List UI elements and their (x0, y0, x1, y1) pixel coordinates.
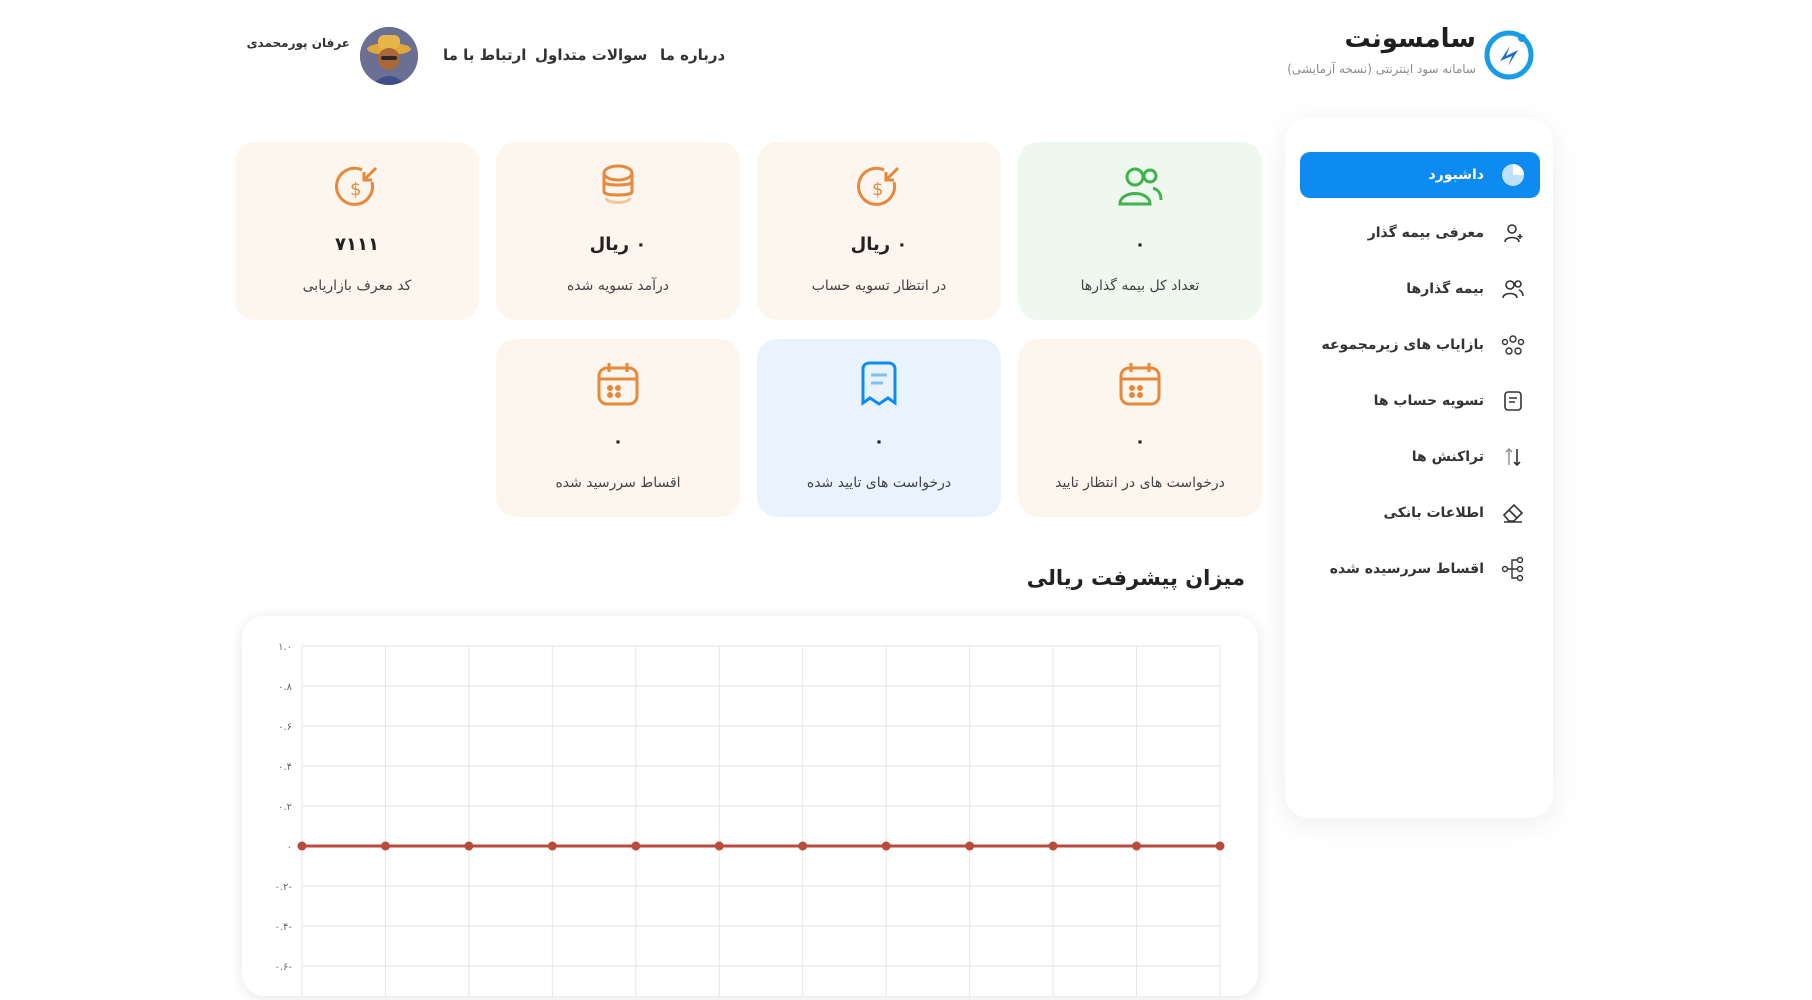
card-settled-income: ۰ ریال درآمد تسویه شده (496, 142, 740, 320)
nav-faq-link[interactable]: سوالات متداول (535, 46, 647, 64)
card-pending-requests: ۰ درخواست های در انتظار تایید (1018, 339, 1262, 517)
y-tick-label: ۰.۸ (278, 682, 293, 693)
pending-requests-label: درخواست های در انتظار تایید (1055, 475, 1225, 491)
settled-income-label: درآمد تسویه شده (566, 278, 670, 294)
card-referral-code: $ ۷۱۱۱ کد معرف بازاریابی (235, 142, 479, 320)
svg-text:$: $ (350, 179, 361, 200)
card-total-insured: ۰ تعداد کل بیمه گذارها (1018, 142, 1262, 320)
calendar-icon (593, 359, 643, 409)
y-tick-label: ۰.۴ (278, 762, 292, 773)
data-point (464, 841, 474, 851)
due-installments-value: ۰ (612, 431, 624, 452)
chart-container: ۱.۰ ۰.۸ ۰.۶ ۰.۴ ۰.۲ ۰ ۰.۲- ۰.۴- ۰.۶- (242, 616, 1258, 996)
total-insured-label: تعداد کل بیمه گذارها (1080, 278, 1200, 294)
y-tick-label: ۰.۲ (278, 802, 292, 813)
sidebar-item-due-installments[interactable]: اقساط سررسیده شده (1300, 546, 1540, 592)
data-point (881, 841, 891, 851)
brand-logo-icon[interactable] (1482, 28, 1536, 82)
y-tick-label: ۰.۴- (274, 922, 292, 933)
data-point (631, 841, 641, 851)
sidebar-item-label: معرفی بیمه گذار (1367, 225, 1484, 241)
sidebar-item-label: اطلاعات بانکی (1383, 505, 1484, 521)
pending-settlement-value: ۰ ریال (850, 234, 908, 255)
users-icon (1498, 274, 1528, 304)
data-point (1132, 841, 1142, 851)
sidebar-item-label: داشبورد (1428, 167, 1485, 183)
data-point (1048, 841, 1058, 851)
sidebar-item-transactions[interactable]: تراکنش ها (1300, 434, 1540, 480)
people-group-icon (1498, 330, 1528, 360)
pending-requests-value: ۰ (1134, 431, 1146, 452)
hierarchy-icon (1498, 554, 1528, 584)
sidebar-item-settlements[interactable]: تسویه حساب ها (1300, 378, 1540, 424)
y-tick-label: ۱.۰ (278, 642, 292, 653)
sidebar-item-label: بیمه گذارها (1406, 281, 1484, 297)
data-point (965, 841, 975, 851)
sidebar-item-insured-list[interactable]: بیمه گذارها (1300, 266, 1540, 312)
approved-requests-label: درخواست های تایید شده (806, 475, 952, 491)
total-insured-value: ۰ (1134, 234, 1146, 255)
calendar-icon (1115, 359, 1165, 409)
data-point (714, 841, 724, 851)
settled-income-value: ۰ ریال (589, 234, 647, 255)
approved-requests-value: ۰ (873, 431, 885, 452)
users-icon (1115, 162, 1165, 212)
y-tick-label: ۰.۲- (274, 882, 292, 893)
nav-contact-link[interactable]: ارتباط با ما (443, 46, 526, 64)
card-due-installments: ۰ اقساط سررسید شده (496, 339, 740, 517)
y-tick-label: ۰.۶ (278, 722, 292, 733)
chart-section-title: میزان پیشرفت ریالی (1026, 566, 1245, 590)
y-tick-label: ۰.۶- (274, 962, 292, 973)
receipt-icon (1498, 386, 1528, 416)
card-approved-requests: ۰ درخواست های تایید شده (757, 339, 1001, 517)
sidebar-item-introduce-insured[interactable]: معرفی بیمه گذار (1300, 210, 1540, 256)
user-name: عرفان پورمحمدی (246, 36, 350, 50)
receipt-icon (854, 359, 904, 409)
pending-settlement-label: در انتظار تسویه حساب (811, 278, 947, 294)
y-tick-label: ۰ (287, 842, 292, 853)
data-point (297, 841, 307, 851)
card-pending-settlement: $ ۰ ریال در انتظار تسویه حساب (757, 142, 1001, 320)
add-user-icon (1498, 218, 1528, 248)
sidebar-item-label: تراکنش ها (1411, 449, 1484, 465)
progress-line-chart: ۱.۰ ۰.۸ ۰.۶ ۰.۴ ۰.۲ ۰ ۰.۲- ۰.۴- ۰.۶- (274, 642, 1225, 996)
nav-about-link[interactable]: درباره ما (660, 46, 725, 64)
eraser-icon (1498, 498, 1528, 528)
data-point (1215, 841, 1225, 851)
coins-icon (593, 162, 643, 212)
data-point (380, 841, 390, 851)
svg-text:$: $ (872, 179, 883, 200)
brand-subtitle: سامانه سود اینترنتی (نسخه آزمایشی) (1287, 62, 1476, 76)
data-point (798, 841, 808, 851)
sidebar-item-sub-marketers[interactable]: بازایاب های زیرمجموعه (1300, 322, 1540, 368)
data-point (547, 841, 557, 851)
sidebar-item-label: اقساط سررسیده شده (1329, 561, 1484, 577)
referral-code-value: ۷۱۱۱ (335, 234, 379, 255)
transfer-arrows-icon (1498, 442, 1528, 472)
brand-name: سامسونت (1344, 24, 1476, 54)
sidebar-item-bank-info[interactable]: اطلاعات بانکی (1300, 490, 1540, 536)
dollar-return-icon: $ (854, 162, 904, 212)
sidebar-item-label: تسویه حساب ها (1373, 393, 1484, 409)
due-installments-label: اقساط سررسید شده (555, 475, 681, 491)
referral-code-label: کد معرف بازاریابی (302, 278, 412, 294)
dashboard-icon (1498, 160, 1528, 190)
dollar-return-icon: $ (332, 162, 382, 212)
avatar[interactable] (360, 27, 418, 85)
sidebar-item-dashboard[interactable]: داشبورد (1300, 152, 1540, 198)
sidebar-item-label: بازایاب های زیرمجموعه (1321, 337, 1485, 353)
